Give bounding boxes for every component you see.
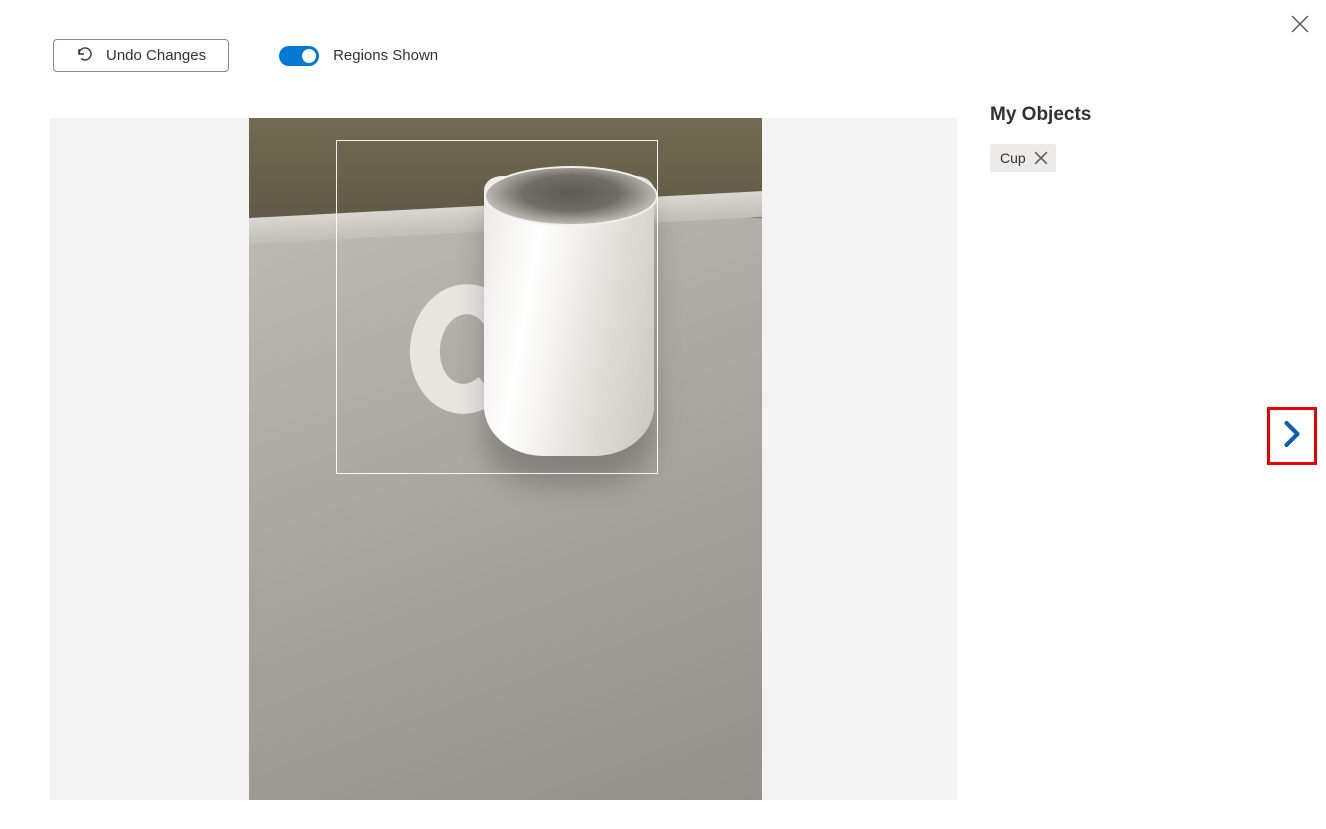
object-tag-label: Cup bbox=[1000, 150, 1026, 166]
toggle-knob bbox=[302, 49, 316, 63]
regions-toggle-label: Regions Shown bbox=[333, 47, 438, 64]
toolbar: Undo Changes Regions Shown bbox=[53, 39, 438, 72]
undo-changes-button[interactable]: Undo Changes bbox=[53, 39, 229, 72]
close-icon bbox=[1291, 15, 1309, 38]
object-tag[interactable]: Cup bbox=[990, 144, 1056, 172]
objects-panel-title: My Objects bbox=[990, 104, 1250, 126]
regions-toggle-group: Regions Shown bbox=[279, 46, 438, 66]
regions-toggle[interactable] bbox=[279, 46, 319, 66]
next-image-button[interactable] bbox=[1267, 407, 1317, 465]
image-canvas[interactable] bbox=[50, 118, 957, 800]
objects-panel: My Objects Cup bbox=[990, 104, 1250, 172]
undo-changes-label: Undo Changes bbox=[106, 47, 206, 64]
training-image bbox=[249, 118, 762, 800]
objects-tag-list: Cup bbox=[990, 144, 1250, 172]
chevron-right-icon bbox=[1281, 420, 1303, 453]
remove-tag-button[interactable] bbox=[1034, 151, 1048, 165]
bounding-box-cup[interactable] bbox=[336, 140, 658, 474]
undo-icon bbox=[76, 46, 92, 66]
close-button[interactable] bbox=[1286, 12, 1314, 40]
